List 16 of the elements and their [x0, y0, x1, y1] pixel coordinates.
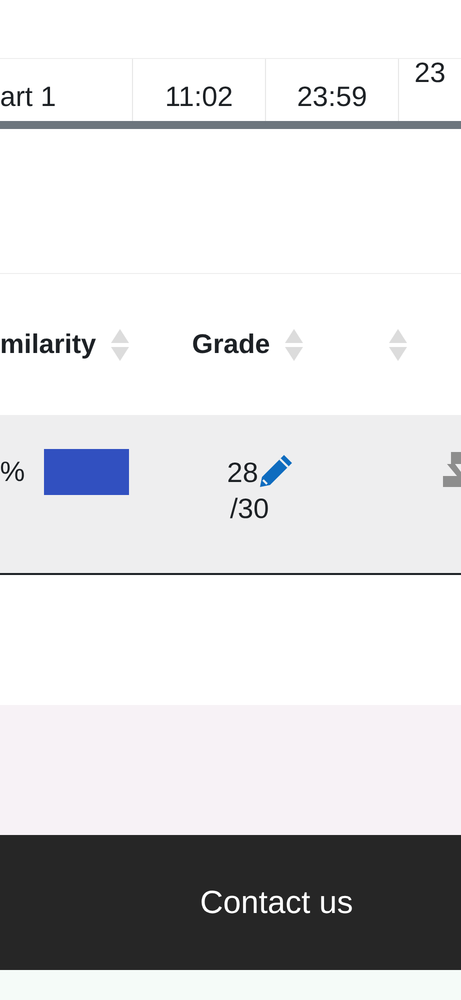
contact-link[interactable]: Contact us	[200, 884, 353, 921]
table-cell: 11:02	[165, 83, 233, 111]
grade-max: /30	[230, 493, 269, 524]
table-cell: 23	[414, 59, 446, 87]
download-icon[interactable]	[443, 452, 461, 487]
column-header[interactable]: milarity	[0, 329, 96, 360]
similarity-score: %	[0, 456, 25, 488]
table-cell: 23:59	[296, 83, 368, 111]
scrollbar[interactable]	[0, 121, 461, 129]
sort-icon[interactable]	[389, 328, 407, 360]
grade-value: 28	[227, 457, 258, 489]
edit-icon[interactable]	[258, 453, 294, 489]
column-header[interactable]: Grade	[192, 329, 270, 360]
table-cell: art 1	[0, 83, 56, 111]
sort-icon[interactable]	[285, 328, 304, 360]
sort-icon[interactable]	[111, 328, 130, 360]
